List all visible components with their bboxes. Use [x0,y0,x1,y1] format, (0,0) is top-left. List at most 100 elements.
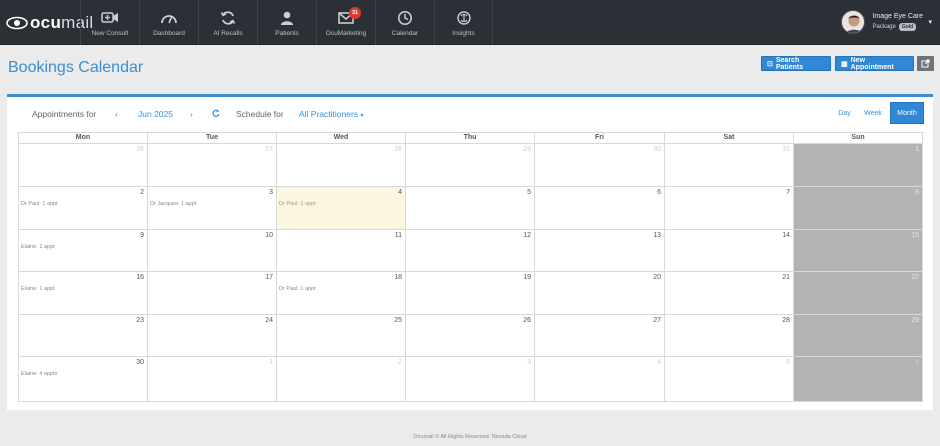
day-number: 13 [653,232,661,239]
calendar-day-cell[interactable]: 4 [535,357,665,402]
view-day-button[interactable]: Day [833,102,856,124]
avatar [841,10,866,34]
nav-insights[interactable]: Insights [434,0,493,45]
calendar-day-cell[interactable]: 13 [535,230,665,272]
day-number: 11 [394,232,402,239]
calendar-day-cell[interactable]: 15 [794,230,923,272]
refresh-icon[interactable] [212,109,220,119]
day-number: 16 [136,274,144,281]
day-of-week-label: Sat [665,133,794,144]
new-appointment-button[interactable]: ▦ New Appointment [835,56,914,71]
calendar-day-cell[interactable]: 22 [794,272,923,315]
nav-dashboard[interactable]: Dashboard [139,0,198,45]
nav-patients[interactable]: Patients [257,0,316,45]
calendar-day-cell[interactable]: 1 [794,144,923,187]
calendar-day-cell[interactable]: 24 [148,315,277,357]
calendar-day-cell[interactable]: 2 Dr Paul: 1 appt [19,187,148,230]
month-selector[interactable]: Jun 2025 [138,109,173,119]
calendar-day-cell[interactable]: 12 [406,230,535,272]
view-month-button[interactable]: Month [890,102,924,124]
calendar-day-cell[interactable]: 16 Elaine: 1 appt [19,272,148,315]
clock-icon [396,9,414,27]
footer-copyright: Ocumail © All Rights Reserved. Nevada Cl… [413,434,527,440]
nav-label: AI Recalls [213,30,243,37]
prev-month-icon[interactable]: ‹ [115,109,118,119]
schedule-for-label: Schedule for [236,109,284,119]
brain-icon [455,9,473,27]
export-icon [921,55,930,73]
user-menu[interactable]: Image Eye Care Package Gold ▾ [841,10,932,34]
calendar-day-cell[interactable]: 2 [277,357,406,402]
calendar-day-cell[interactable]: 23 [19,315,148,357]
calendar-day-cell[interactable]: 29 [794,315,923,357]
nav-ocumarketing[interactable]: 31 OcuMarketing [316,0,375,45]
calendar-day-cell[interactable]: 30 Elaine: 4 appts [19,357,148,402]
nav-new-consult[interactable]: New Consult [80,0,139,45]
appointment-summary[interactable]: Elaine: 4 appts [21,371,57,377]
calendar-day-cell[interactable]: 19 [406,272,535,315]
calendar-day-cell[interactable]: 10 [148,230,277,272]
video-plus-icon [101,9,119,27]
day-of-week-label: Mon [19,133,148,144]
appointment-summary[interactable]: Dr Paul: 1 appt [21,201,58,207]
appointments-for-label: Appointments for [32,109,97,119]
page-title: Bookings Calendar [8,59,144,76]
calendar-day-cell[interactable]: 28 [665,315,794,357]
calendar-day-cell[interactable]: 3 [406,357,535,402]
view-week-button[interactable]: Week [859,102,887,124]
export-button[interactable] [917,56,934,71]
calendar-day-cell[interactable]: 7 [665,187,794,230]
calendar-day-cell[interactable]: 26 [19,144,148,187]
search-patients-label: Search Patients [775,56,804,71]
calendar-day-cell[interactable]: 6 [794,357,923,402]
calendar-day-cell[interactable]: 6 [535,187,665,230]
calendar-day-cell[interactable]: 28 [277,144,406,187]
calendar-icon: ▦ [841,60,848,68]
calendar-day-cell[interactable]: 21 [665,272,794,315]
calendar-day-cell[interactable]: 25 [277,315,406,357]
calendar-day-cell[interactable]: 29 [406,144,535,187]
appointment-summary[interactable]: Dr Jacques: 1 appt [150,201,196,207]
day-number: 30 [136,359,144,366]
appointment-summary[interactable]: Dr Paul: 1 appt [279,201,316,207]
search-patients-button[interactable]: ⊡ Search Patients [761,56,831,71]
calendar-day-cell[interactable]: 4 Dr Paul: 1 appt [277,187,406,230]
calendar-day-cell[interactable]: 27 [535,315,665,357]
day-number: 2 [398,359,402,366]
calendar-day-cell[interactable]: 18 Dr Paul: 1 appt [277,272,406,315]
calendar-day-cell[interactable]: 5 [665,357,794,402]
calendar-day-cell[interactable]: 5 [406,187,535,230]
day-number: 3 [527,359,531,366]
day-number: 10 [265,232,273,239]
day-number: 1 [915,146,919,153]
day-number: 6 [657,189,661,196]
practitioner-dropdown[interactable]: All Practitioners ▾ [299,109,363,119]
next-month-icon[interactable]: › [190,109,193,119]
calendar-day-cell[interactable]: 30 [535,144,665,187]
calendar-day-cell[interactable]: 14 [665,230,794,272]
calendar-day-cell[interactable]: 17 [148,272,277,315]
calendar-day-cell[interactable]: 9 Elaine: 1 appt [19,230,148,272]
appointment-summary[interactable]: Elaine: 1 appt [21,286,55,292]
calendar-day-cell[interactable]: 3 Dr Jacques: 1 appt [148,187,277,230]
day-number: 6 [915,359,919,366]
day-number: 15 [911,232,919,239]
nav-calendar[interactable]: Calendar [375,0,434,45]
calendar-day-cell[interactable]: 8 [794,187,923,230]
appointment-summary[interactable]: Elaine: 1 appt [21,244,55,250]
day-number: 17 [265,274,273,281]
new-appointment-label: New Appointment [850,56,894,71]
calendar-day-cell[interactable]: 1 [148,357,277,402]
nav-ai-recalls[interactable]: AI Recalls [198,0,257,45]
calendar-day-cell[interactable]: 27 [148,144,277,187]
day-of-week-label: Wed [277,133,406,144]
day-number: 8 [915,189,919,196]
calendar-day-cell[interactable]: 11 [277,230,406,272]
user-name: Image Eye Care [872,13,924,20]
calendar-day-cell[interactable]: 20 [535,272,665,315]
day-number: 19 [523,274,531,281]
calendar-day-cell[interactable]: 31 [665,144,794,187]
calendar-day-cell[interactable]: 26 [406,315,535,357]
appointment-summary[interactable]: Dr Paul: 1 appt [279,286,316,292]
day-of-week-label: Tue [148,133,277,144]
